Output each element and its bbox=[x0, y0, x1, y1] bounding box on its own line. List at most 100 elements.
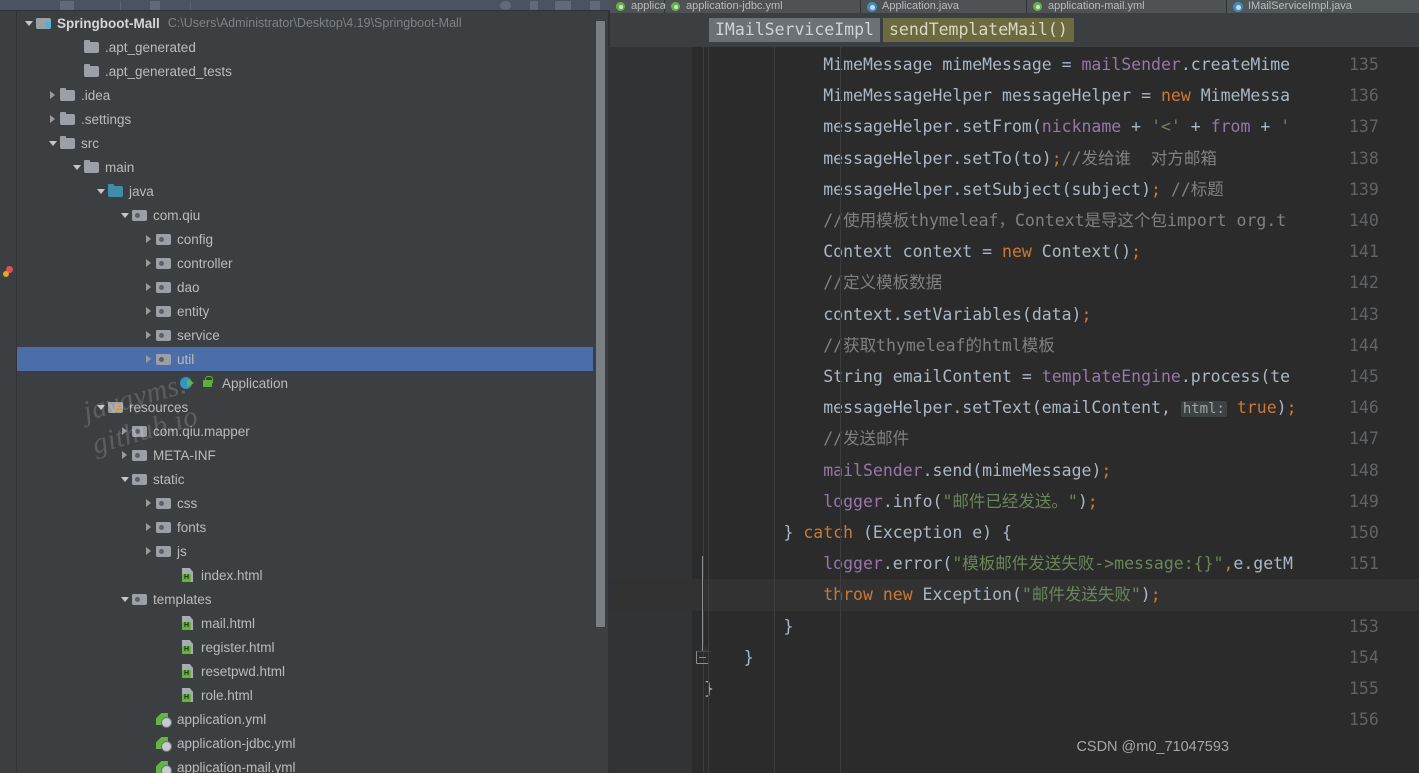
chevron-right-icon[interactable] bbox=[120, 443, 132, 467]
tree-node[interactable]: index.html bbox=[17, 563, 610, 587]
tree-node[interactable]: role.html bbox=[17, 683, 610, 707]
chevron-down-icon[interactable] bbox=[120, 203, 132, 227]
toolbar-coverage-icon[interactable] bbox=[555, 1, 571, 10]
code-line[interactable] bbox=[704, 704, 1419, 735]
tree-node[interactable]: service bbox=[17, 323, 610, 347]
tree-node[interactable]: src bbox=[17, 131, 610, 155]
tree-node[interactable]: dao bbox=[17, 275, 610, 299]
tree-node[interactable]: static bbox=[17, 467, 610, 491]
tree-node[interactable]: .apt_generated bbox=[17, 35, 610, 59]
toolbar-debug-icon[interactable] bbox=[530, 1, 538, 10]
code-line[interactable]: //获取thymeleaf的html模板 bbox=[704, 330, 1419, 361]
tree-node[interactable]: templates bbox=[17, 587, 610, 611]
code-lines[interactable]: MimeMessage mimeMessage = mailSender.cre… bbox=[704, 47, 1419, 773]
favorites-icon[interactable] bbox=[3, 266, 14, 277]
code-line[interactable]: MimeMessageHelper messageHelper = new Mi… bbox=[704, 80, 1419, 111]
tree-node[interactable]: controller bbox=[17, 251, 610, 275]
tree-node[interactable]: com.qiu.mapper bbox=[17, 419, 610, 443]
chevron-right-icon[interactable] bbox=[144, 539, 156, 563]
editor-tab[interactable]: application.yml bbox=[610, 0, 665, 13]
tree-node[interactable]: application-mail.yml bbox=[17, 755, 610, 773]
code-line[interactable]: logger.info("邮件已经发送。"); bbox=[704, 486, 1419, 517]
tree-node[interactable]: fonts bbox=[17, 515, 610, 539]
toolbar-open-icon[interactable] bbox=[60, 1, 74, 10]
toolbar-search-icon[interactable] bbox=[590, 1, 600, 10]
toolbar-run-icon[interactable] bbox=[500, 1, 511, 10]
chevron-down-icon[interactable] bbox=[48, 131, 60, 155]
tree-node[interactable]: application.yml bbox=[17, 707, 610, 731]
chevron-right-icon[interactable] bbox=[144, 347, 156, 371]
chevron-down-icon[interactable] bbox=[120, 467, 132, 491]
chevron-right-icon[interactable] bbox=[144, 323, 156, 347]
code-line[interactable]: logger.error("模板邮件发送失败->message:{}",e.ge… bbox=[704, 548, 1419, 579]
tree-node[interactable]: config bbox=[17, 227, 610, 251]
java-class-icon bbox=[867, 1, 878, 12]
editor-tab-active[interactable]: IMailServiceImpl.java bbox=[1227, 0, 1419, 13]
code-area[interactable]: 1351361371381391401411421431441451461471… bbox=[610, 47, 1419, 773]
chevron-right-icon[interactable] bbox=[144, 251, 156, 275]
breadcrumb-class[interactable]: IMailServiceImpl bbox=[709, 18, 880, 42]
editor-tab[interactable]: application-jdbc.yml bbox=[665, 0, 861, 13]
editor-tab[interactable]: Application.java bbox=[861, 0, 1027, 13]
tree-node-label: fonts bbox=[177, 520, 206, 535]
code-line[interactable]: } bbox=[704, 642, 1419, 673]
tree-node-label: config bbox=[177, 232, 213, 247]
toolbar-undo-icon[interactable] bbox=[150, 1, 160, 10]
code-line[interactable]: Context context = new Context(); bbox=[704, 236, 1419, 267]
tree-node[interactable]: .apt_generated_tests bbox=[17, 59, 610, 83]
code-line[interactable]: messageHelper.setText(emailContent, html… bbox=[704, 392, 1419, 423]
chevron-down-icon[interactable] bbox=[96, 179, 108, 203]
code-token: + bbox=[1121, 117, 1151, 136]
chevron-down-icon[interactable] bbox=[72, 155, 84, 179]
project-scrollbar-thumb[interactable] bbox=[596, 21, 605, 627]
tree-node[interactable]: .idea bbox=[17, 83, 610, 107]
tree-node[interactable]: register.html bbox=[17, 635, 610, 659]
code-line[interactable]: //定义模板数据 bbox=[704, 267, 1419, 298]
tree-node[interactable]: java bbox=[17, 179, 610, 203]
code-line[interactable]: } catch (Exception e) { bbox=[704, 517, 1419, 548]
chevron-right-icon[interactable] bbox=[48, 107, 60, 131]
code-line[interactable]: } bbox=[704, 673, 1419, 704]
project-tree[interactable]: Springboot-MallC:\Users\Administrator\De… bbox=[17, 11, 610, 773]
code-line[interactable]: MimeMessage mimeMessage = mailSender.cre… bbox=[704, 49, 1419, 80]
tree-root-node[interactable]: Springboot-MallC:\Users\Administrator\De… bbox=[17, 11, 610, 35]
chevron-right-icon[interactable] bbox=[144, 491, 156, 515]
tree-node[interactable]: Application bbox=[17, 371, 610, 395]
editor-gutter[interactable] bbox=[610, 47, 692, 773]
tree-node[interactable]: META-INF bbox=[17, 443, 610, 467]
breadcrumb-method[interactable]: sendTemplateMail() bbox=[883, 18, 1074, 42]
tree-node[interactable]: js bbox=[17, 539, 610, 563]
tree-node[interactable]: util bbox=[17, 347, 610, 371]
tree-node[interactable]: resetpwd.html bbox=[17, 659, 610, 683]
tree-node[interactable]: resources bbox=[17, 395, 610, 419]
editor-tab[interactable]: application-mail.yml bbox=[1027, 0, 1227, 13]
tree-node[interactable]: entity bbox=[17, 299, 610, 323]
chevron-right-icon[interactable] bbox=[144, 515, 156, 539]
code-line[interactable]: context.setVariables(data); bbox=[704, 299, 1419, 330]
chevron-right-icon[interactable] bbox=[144, 275, 156, 299]
chevron-down-icon[interactable] bbox=[24, 11, 36, 35]
tree-node[interactable]: mail.html bbox=[17, 611, 610, 635]
tree-node[interactable]: main bbox=[17, 155, 610, 179]
chevron-down-icon[interactable] bbox=[96, 395, 108, 419]
code-line[interactable]: //发送邮件 bbox=[704, 423, 1419, 454]
tree-node[interactable]: .settings bbox=[17, 107, 610, 131]
code-line[interactable]: mailSender.send(mimeMessage); bbox=[704, 455, 1419, 486]
code-line[interactable]: messageHelper.setSubject(subject); //标题 bbox=[704, 174, 1419, 205]
code-line[interactable]: messageHelper.setFrom(nickname + '<' + f… bbox=[704, 111, 1419, 142]
project-scrollbar[interactable] bbox=[593, 11, 608, 773]
code-line[interactable]: //使用模板thymeleaf，Context是导这个包import org.t bbox=[704, 205, 1419, 236]
tree-node[interactable]: com.qiu bbox=[17, 203, 610, 227]
tree-node[interactable]: css bbox=[17, 491, 610, 515]
code-line[interactable]: messageHelper.setTo(to);//发给谁 对方邮箱 bbox=[704, 143, 1419, 174]
code-line[interactable]: String emailContent = templateEngine.pro… bbox=[704, 361, 1419, 392]
code-line[interactable]: } bbox=[704, 611, 1419, 642]
code-line[interactable]: throw new Exception("邮件发送失败"); bbox=[704, 579, 1419, 610]
chevron-right-icon[interactable] bbox=[120, 419, 132, 443]
chevron-right-icon[interactable] bbox=[144, 299, 156, 323]
chevron-right-icon[interactable] bbox=[144, 227, 156, 251]
code-token: //获取thymeleaf的html模板 bbox=[704, 336, 1055, 355]
chevron-right-icon[interactable] bbox=[48, 83, 60, 107]
chevron-down-icon[interactable] bbox=[120, 587, 132, 611]
tree-node[interactable]: application-jdbc.yml bbox=[17, 731, 610, 755]
